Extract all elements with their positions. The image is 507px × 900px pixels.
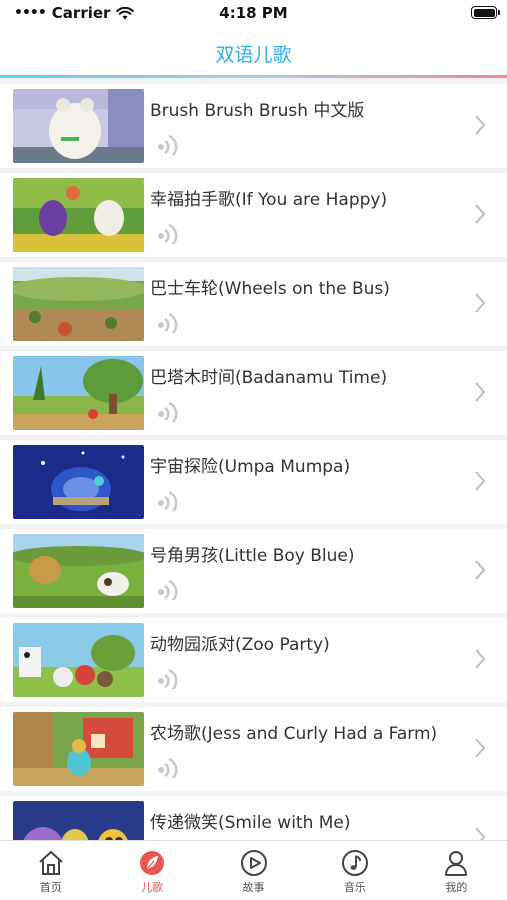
chevron-right-icon	[475, 471, 486, 491]
tab-profile[interactable]: 我的	[406, 841, 507, 900]
speaker-icon[interactable]	[155, 129, 181, 155]
chevron-right-icon	[475, 649, 486, 669]
chevron-right-icon	[475, 204, 486, 224]
song-title: Brush Brush Brush 中文版	[150, 101, 365, 121]
tab-label: 故事	[242, 881, 265, 894]
play-circle-icon	[240, 850, 267, 876]
song-title: 农场歌(Jess and Curly Had a Farm)	[150, 724, 438, 744]
song-row[interactable]: 幸福拍手歌(If You are Happy)	[0, 173, 507, 257]
song-thumbnail	[13, 356, 144, 430]
speaker-icon[interactable]	[155, 396, 181, 422]
chevron-right-icon	[475, 560, 486, 580]
song-thumbnail	[13, 89, 144, 163]
song-row[interactable]: 动物园派对(Zoo Party)	[0, 618, 507, 702]
tab-label: 首页	[39, 881, 62, 894]
tab-label: 儿歌	[141, 881, 164, 894]
song-title: 号角男孩(Little Boy Blue)	[150, 546, 355, 566]
speaker-icon[interactable]	[155, 218, 181, 244]
song-thumbnail	[13, 801, 144, 840]
clock: 4:18 PM	[219, 4, 288, 22]
song-row[interactable]: 号角男孩(Little Boy Blue)	[0, 529, 507, 613]
speaker-icon[interactable]	[155, 752, 181, 778]
chevron-right-icon	[475, 827, 486, 840]
song-list[interactable]: Brush Brush Brush 中文版 幸福拍手歌(If You are H…	[0, 80, 507, 840]
song-title: 动物园派对(Zoo Party)	[150, 635, 330, 655]
tab-stories[interactable]: 故事	[203, 841, 304, 900]
tab-bar: 首页 儿歌 故事 音乐 我的	[0, 840, 507, 900]
song-title: 巴士车轮(Wheels on the Bus)	[150, 279, 390, 299]
chevron-right-icon	[475, 738, 486, 758]
chevron-right-icon	[475, 115, 486, 135]
song-row[interactable]: 巴士车轮(Wheels on the Bus)	[0, 262, 507, 346]
song-row[interactable]: 宇宙探险(Umpa Mumpa)	[0, 440, 507, 524]
speaker-icon[interactable]	[155, 307, 181, 333]
song-thumbnail	[13, 623, 144, 697]
tab-music[interactable]: 音乐	[304, 841, 405, 900]
speaker-icon[interactable]	[155, 485, 181, 511]
speaker-icon[interactable]	[155, 574, 181, 600]
song-title: 传递微笑(Smile with Me)	[150, 813, 351, 833]
song-thumbnail	[13, 534, 144, 608]
song-row[interactable]: 巴塔木时间(Badanamu Time)	[0, 351, 507, 435]
navigation-bar: 双语儿歌	[0, 26, 507, 78]
song-thumbnail	[13, 178, 144, 252]
tab-home[interactable]: 首页	[0, 841, 101, 900]
song-thumbnail	[13, 267, 144, 341]
battery-icon	[471, 6, 500, 19]
song-thumbnail	[13, 712, 144, 786]
song-row[interactable]: 传递微笑(Smile with Me)	[0, 796, 507, 840]
tab-songs[interactable]: 儿歌	[101, 841, 202, 900]
tab-label: 我的	[445, 881, 468, 894]
song-title: 宇宙探险(Umpa Mumpa)	[150, 457, 351, 477]
chevron-right-icon	[475, 293, 486, 313]
song-title: 巴塔木时间(Badanamu Time)	[150, 368, 388, 388]
nav-accent-line	[0, 75, 507, 78]
chevron-right-icon	[475, 382, 486, 402]
song-title: 幸福拍手歌(If You are Happy)	[150, 190, 388, 210]
song-thumbnail	[13, 445, 144, 519]
tab-label: 音乐	[343, 881, 366, 894]
song-row[interactable]: 农场歌(Jess and Curly Had a Farm)	[0, 707, 507, 791]
music-note-icon	[341, 850, 368, 876]
home-icon	[39, 851, 63, 875]
speaker-icon[interactable]	[155, 663, 181, 689]
status-bar: •••• Carrier 4:18 PM	[0, 0, 507, 26]
leaf-icon	[140, 851, 165, 875]
page-title: 双语儿歌	[215, 44, 292, 66]
song-row[interactable]: Brush Brush Brush 中文版	[0, 84, 507, 168]
person-icon	[445, 851, 468, 876]
